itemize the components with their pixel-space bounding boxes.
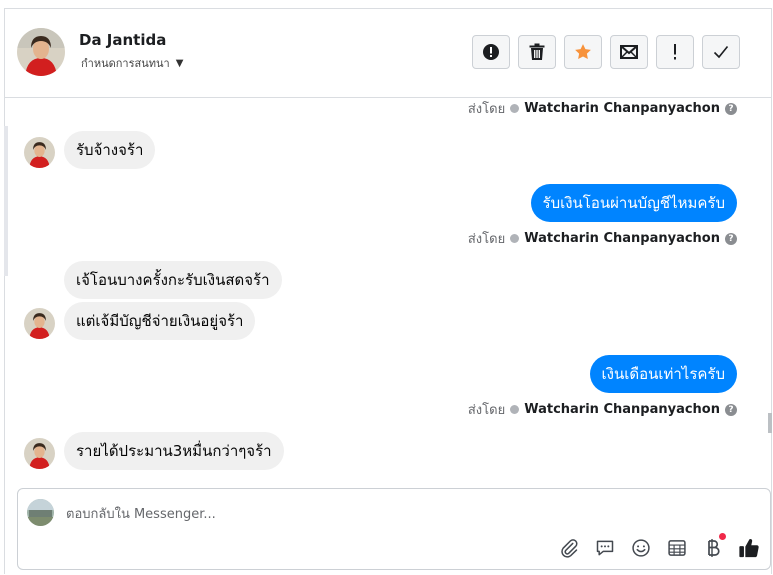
appointments-button[interactable] <box>665 536 688 559</box>
sent-by-meta: ส่งโดย Watcharin Chanpanyachon ? <box>468 98 737 119</box>
incoming-message[interactable]: เจ้โอนบางครั้งกะรับเงินสดจร้า <box>64 261 282 299</box>
table-icon <box>667 539 686 556</box>
help-icon[interactable]: ? <box>725 102 737 115</box>
sender-status-icon <box>510 405 520 414</box>
thread-scrollbar-thumb[interactable] <box>768 413 772 433</box>
sender-name[interactable]: Watcharin Chanpanyachon <box>524 402 720 417</box>
saved-replies-button[interactable] <box>593 536 616 559</box>
contact-avatar[interactable] <box>17 28 65 76</box>
sent-by-meta: ส่งโดย Watcharin Chanpanyachon ? <box>468 228 737 249</box>
reply-input[interactable] <box>66 503 666 525</box>
caret-down-icon: ▼ <box>175 57 184 69</box>
schedule-conversation-label: กำหนดการสนทนา <box>81 57 170 70</box>
contact-avatar-small[interactable] <box>24 438 55 469</box>
mark-important-button[interactable] <box>656 35 694 69</box>
sender-name[interactable]: Watcharin Chanpanyachon <box>524 231 720 246</box>
sender-status-icon <box>510 104 520 113</box>
sender-name[interactable]: Watcharin Chanpanyachon <box>524 101 720 116</box>
left-scroll-indicator <box>4 126 8 276</box>
sent-by-label: ส่งโดย <box>467 403 506 418</box>
chat-bubble-icon <box>596 540 613 555</box>
conversation-header: Da Jantida กำหนดการสนทนา ▼ <box>4 8 772 98</box>
spam-icon <box>483 44 499 60</box>
contact-avatar-small[interactable] <box>24 308 55 339</box>
header-actions <box>472 35 740 69</box>
message-thread[interactable]: ส่งโดย Watcharin Chanpanyachon ? รับจ้าง… <box>4 98 772 480</box>
composer-toolbar <box>557 533 760 559</box>
mark-unread-button[interactable] <box>610 35 648 69</box>
sent-by-label: ส่งโดย <box>467 232 506 247</box>
star-icon <box>575 44 591 60</box>
emoji-icon <box>631 538 650 557</box>
help-icon[interactable]: ? <box>725 232 737 245</box>
emoji-button[interactable] <box>629 536 652 559</box>
trash-icon <box>529 43 545 60</box>
paperclip-icon <box>560 538 578 558</box>
reply-composer <box>17 488 771 570</box>
schedule-conversation-dropdown[interactable]: กำหนดการสนทนา ▼ <box>81 54 183 72</box>
outgoing-message[interactable]: เงินเดือนเท่าไรครับ <box>589 355 737 393</box>
outgoing-message[interactable]: รับเงินโอนผ่านบัญชีไหมครับ <box>530 184 737 222</box>
contact-name: Da Jantida <box>79 31 167 49</box>
incoming-message[interactable]: รับจ้างจร้า <box>64 131 156 169</box>
important-icon <box>674 44 676 60</box>
checkmark-icon <box>713 45 729 59</box>
attach-file-button[interactable] <box>557 536 580 559</box>
help-icon[interactable]: ? <box>725 403 737 416</box>
incoming-message[interactable]: แต่เจ้มีบัญชีจ่ายเงินอยู่จร้า <box>64 302 256 340</box>
delete-button[interactable] <box>518 35 556 69</box>
incoming-message[interactable]: รายได้ประมาน3หมื่นกว่าๆจร้า <box>64 432 284 470</box>
like-button[interactable] <box>737 536 760 559</box>
star-button[interactable] <box>564 35 602 69</box>
thumbs-up-icon <box>738 538 759 557</box>
payments-button[interactable] <box>701 533 726 559</box>
notification-dot <box>719 533 726 540</box>
mark-spam-button[interactable] <box>472 35 510 69</box>
baht-icon <box>707 538 720 557</box>
envelope-icon <box>620 45 638 59</box>
sent-by-meta: ส่งโดย Watcharin Chanpanyachon ? <box>468 399 737 420</box>
contact-avatar-small[interactable] <box>24 137 55 168</box>
sender-status-icon <box>510 234 520 243</box>
sent-by-label: ส่งโดย <box>467 102 506 117</box>
page-avatar <box>27 499 54 526</box>
mark-done-button[interactable] <box>702 35 740 69</box>
